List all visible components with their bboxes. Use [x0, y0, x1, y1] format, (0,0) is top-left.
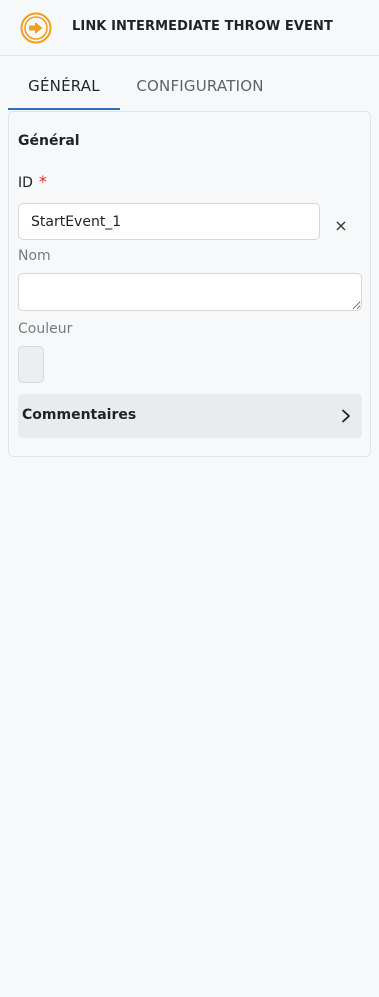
comments-accordion-title: Commentaires — [22, 407, 137, 423]
required-asterisk: * — [38, 172, 47, 191]
tab-bar: GÉNÉRAL CONFIGURATION — [8, 62, 371, 111]
panel-header: LINK INTERMEDIATE THROW EVENT — [0, 0, 379, 56]
link-throw-event-icon — [20, 12, 52, 44]
element-type-title: LINK INTERMEDIATE THROW EVENT — [72, 19, 333, 34]
active-tab-indicator — [8, 108, 120, 110]
section-title: Général — [18, 133, 80, 149]
chevron-right-icon — [342, 409, 350, 423]
id-input[interactable] — [18, 203, 320, 240]
general-panel: Général ID * × Nom Couleur Commentaires — [8, 111, 371, 457]
color-label: Couleur — [18, 321, 73, 337]
tab-configuration[interactable]: CONFIGURATION — [128, 62, 272, 110]
tab-general[interactable]: GÉNÉRAL — [8, 62, 120, 110]
comments-accordion[interactable]: Commentaires — [18, 394, 362, 438]
clear-id-button[interactable]: × — [331, 216, 351, 236]
id-label-text: ID — [18, 175, 33, 191]
name-textarea[interactable] — [18, 273, 362, 311]
id-label: ID * — [18, 172, 47, 191]
name-label: Nom — [18, 248, 51, 264]
color-picker[interactable] — [18, 346, 44, 383]
